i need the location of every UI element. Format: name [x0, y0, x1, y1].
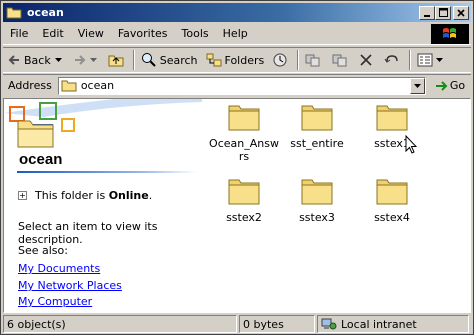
file-name: sstex4 [374, 211, 410, 224]
move-to-button[interactable] [301, 49, 328, 71]
minimize-button[interactable] [419, 5, 435, 20]
online-prefix: This folder is [35, 189, 109, 202]
maximize-button[interactable] [435, 5, 451, 20]
file-name: sst_entire [290, 137, 344, 150]
folder-icon [61, 80, 77, 92]
folder-icon [6, 6, 22, 19]
history-button[interactable] [268, 49, 295, 71]
undo-button[interactable] [380, 49, 407, 71]
go-arrow-icon [435, 80, 448, 91]
menu-edit[interactable]: Edit [35, 27, 70, 40]
go-label: Go [449, 79, 466, 92]
file-icon-item[interactable]: sstex2 [208, 177, 280, 224]
windows-logo-icon [431, 24, 469, 44]
link-my-computer[interactable]: My Computer [18, 295, 92, 308]
up-folder-icon [108, 55, 124, 67]
close-button[interactable] [453, 5, 469, 20]
back-button[interactable]: Back [3, 49, 69, 71]
back-arrow-icon [8, 55, 19, 65]
online-text: This folder is Online. [35, 189, 152, 202]
standard-toolbar: Back Search Folders [3, 47, 471, 73]
file-name: Ocean_Answ [209, 137, 279, 150]
status-bar: 6 object(s) 0 bytes Local intranet [3, 315, 471, 334]
folder-icon [228, 105, 260, 131]
chevron-down-icon [89, 58, 97, 62]
address-input[interactable]: ocean [57, 76, 426, 95]
zone-label: Local intranet [341, 317, 417, 331]
up-folder-button[interactable] [104, 49, 131, 71]
copy-to-icon [332, 54, 347, 67]
folders-label: Folders [224, 53, 265, 67]
expand-toggle[interactable]: + [18, 191, 27, 200]
online-status: + This folder is Online. [18, 189, 152, 202]
menu-bar: File Edit View Favorites Tools Help [3, 23, 471, 45]
link-my-documents[interactable]: My Documents [18, 262, 100, 275]
file-name-wrap: rs [238, 150, 250, 163]
mouse-cursor-icon [405, 135, 418, 154]
status-object-count: 6 object(s) [3, 315, 237, 333]
toolbar-separator [297, 50, 300, 70]
file-icon-item[interactable]: sst_entire [281, 103, 353, 150]
toolbar-separator [132, 50, 135, 70]
chevron-down-icon [54, 58, 62, 62]
delete-icon [360, 54, 372, 66]
folders-icon [206, 53, 222, 67]
address-dropdown-button[interactable] [409, 77, 425, 94]
file-name: sstex3 [299, 211, 335, 224]
folder-icon [301, 105, 333, 131]
window-title: ocean [27, 6, 64, 19]
file-icon-item[interactable]: sstex3 [281, 177, 353, 224]
file-name: sstex2 [226, 211, 262, 224]
forward-button[interactable] [69, 49, 104, 71]
folder-icon [376, 179, 408, 205]
online-suffix: . [148, 189, 153, 202]
folders-button[interactable]: Folders [202, 49, 269, 71]
explorer-window: ocean File Edit View Favorites Tools Hel… [0, 0, 474, 335]
toolbar-separator [409, 50, 412, 70]
menu-file[interactable]: File [3, 27, 35, 40]
undo-icon [384, 55, 398, 63]
search-icon [141, 53, 156, 67]
views-icon [417, 53, 433, 67]
move-to-icon [305, 54, 320, 67]
folder-icon [376, 105, 408, 131]
go-button[interactable]: Go [434, 79, 465, 93]
see-also-label: See also: [18, 244, 68, 257]
file-icon-item[interactable]: Ocean_Answ rs [208, 103, 280, 163]
title-divider [17, 171, 197, 173]
history-icon [273, 53, 287, 67]
online-status-value: Online [108, 189, 149, 202]
search-label: Search [159, 53, 198, 67]
delete-button[interactable] [355, 49, 380, 71]
status-size: 0 bytes [239, 315, 315, 333]
title-bar[interactable]: ocean [3, 3, 471, 22]
folder-icon [301, 179, 333, 205]
address-value: ocean [80, 79, 115, 92]
menu-favorites[interactable]: Favorites [111, 27, 175, 40]
status-zone: Local intranet [317, 315, 469, 333]
chevron-down-icon [413, 83, 421, 88]
copy-to-button[interactable] [328, 49, 355, 71]
address-label: Address [8, 79, 52, 92]
views-button[interactable] [413, 49, 450, 71]
search-button[interactable]: Search [137, 49, 202, 71]
menu-view[interactable]: View [71, 27, 111, 40]
chevron-down-icon [436, 58, 444, 62]
forward-arrow-icon [74, 55, 86, 65]
menu-tools[interactable]: Tools [175, 27, 216, 40]
folder-icon [228, 179, 260, 205]
address-bar: Address ocean Go [3, 74, 471, 96]
file-icon-item[interactable]: sstex4 [356, 177, 428, 224]
link-my-network-places[interactable]: My Network Places [18, 279, 122, 292]
menu-help[interactable]: Help [216, 27, 255, 40]
folder-title: ocean [19, 151, 63, 168]
selection-description: Select an item to view its description. [18, 220, 158, 246]
folder-view: ocean + This folder is Online. Select an… [3, 98, 471, 313]
web-view-panel: ocean + This folder is Online. Select an… [4, 99, 202, 312]
local-intranet-icon [321, 318, 337, 330]
back-label: Back [24, 53, 51, 67]
